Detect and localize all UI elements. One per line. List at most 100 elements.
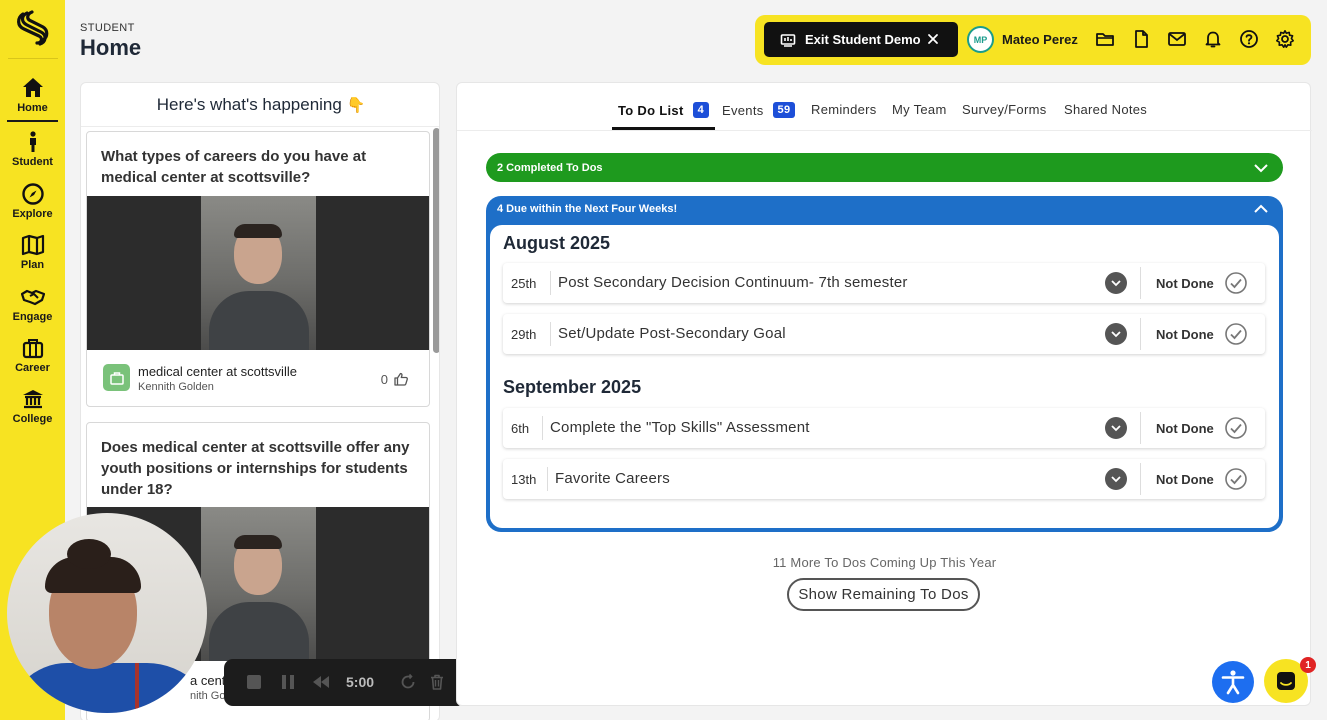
todo-expand-button[interactable]: [1105, 468, 1127, 490]
sidebar-item-home[interactable]: Home: [0, 72, 65, 122]
sidebar-divider: [8, 58, 58, 59]
compass-icon: [21, 183, 44, 205]
video-person-hair: [234, 224, 282, 238]
feed-title-text: Here's what's happening: [156, 95, 342, 114]
settings-icon[interactable]: [1275, 29, 1295, 49]
todo-row[interactable]: 29th Set/Update Post-Secondary Goal Not …: [503, 314, 1265, 354]
help-icon[interactable]: [1239, 29, 1259, 49]
post-org-name[interactable]: medical center at scottsville: [138, 364, 297, 379]
pause-icon: [282, 675, 294, 689]
home-icon: [22, 78, 43, 97]
checkmark-circle-icon[interactable]: [1224, 416, 1248, 440]
todo-row[interactable]: 6th Complete the "Top Skills" Assessment…: [503, 408, 1265, 448]
month-heading: August 2025: [503, 233, 611, 253]
chevron-down-icon: [1111, 425, 1121, 432]
chevron-down-icon: [1111, 280, 1121, 287]
show-remaining-todos-button[interactable]: Show Remaining To Dos: [787, 578, 980, 611]
exit-student-demo-button[interactable]: Exit Student Demo: [764, 22, 958, 57]
pause-button[interactable]: [277, 671, 299, 693]
post-author: Kennith Golden: [138, 381, 214, 393]
todo-status: Not Done: [1156, 472, 1214, 487]
active-tab-indicator: [612, 127, 715, 130]
restart-button[interactable]: [397, 671, 419, 693]
todo-divider: [542, 416, 543, 440]
feed-post[interactable]: What types of careers do you have at med…: [86, 131, 430, 407]
tab-survey-forms[interactable]: Survey/Forms: [962, 102, 1047, 117]
sidebar-item-explore[interactable]: Explore: [0, 178, 65, 228]
rewind-button[interactable]: [310, 671, 332, 693]
avatar[interactable]: MP: [967, 26, 994, 53]
tab-label: Survey/Forms: [962, 102, 1047, 117]
due-todos-list: August 2025 25th Post Secondary Decision…: [490, 225, 1279, 528]
stop-button[interactable]: [243, 671, 265, 693]
breadcrumb: STUDENT: [80, 22, 135, 34]
tab-label: To Do List: [618, 102, 684, 118]
todo-divider: [1140, 412, 1141, 444]
like-button[interactable]: 0: [381, 371, 409, 387]
checkmark-circle-icon[interactable]: [1224, 271, 1248, 295]
tab-todo-list[interactable]: To Do List 4: [618, 102, 710, 118]
sidebar-item-plan[interactable]: Plan: [0, 229, 65, 279]
briefcase-icon: [22, 339, 43, 359]
restart-icon: [401, 673, 415, 689]
more-todos-text: 11 More To Dos Coming Up This Year: [772, 555, 997, 570]
webcam-overlay[interactable]: [7, 513, 207, 713]
todo-divider: [547, 467, 548, 491]
sidebar-item-career[interactable]: Career: [0, 332, 65, 382]
todo-day: 25th: [511, 276, 537, 291]
video-person-body: [209, 291, 309, 350]
exit-student-demo-label: Exit Student Demo: [805, 32, 921, 47]
chevron-up-icon[interactable]: [1253, 202, 1269, 216]
tab-reminders[interactable]: Reminders: [811, 102, 877, 117]
brand-logo-icon[interactable]: [15, 10, 49, 46]
briefcase-icon: [103, 364, 130, 391]
map-icon: [21, 234, 44, 256]
todo-expand-button[interactable]: [1105, 272, 1127, 294]
feed-title: Here's what's happening 👇: [81, 95, 439, 115]
chevron-down-icon: [1254, 164, 1268, 173]
completed-todos-toggle[interactable]: 2 Completed To Dos: [486, 153, 1283, 182]
tab-events[interactable]: Events 59: [722, 102, 796, 118]
user-name[interactable]: Mateo Perez: [1002, 32, 1078, 47]
sidebar-item-student[interactable]: Student: [0, 126, 65, 176]
mail-icon[interactable]: [1167, 29, 1187, 49]
tab-bar: To Do List 4 Events 59 Reminders My Team…: [457, 83, 1312, 131]
person-icon: [29, 131, 36, 152]
folder-icon[interactable]: [1095, 29, 1115, 49]
todo-day: 6th: [511, 421, 530, 436]
post-video[interactable]: [87, 196, 429, 350]
due-todos-label[interactable]: 4 Due within the Next Four Weeks!: [497, 203, 677, 215]
recording-timer: 5:00: [346, 674, 375, 690]
feed-divider: [81, 126, 439, 127]
todo-divider: [550, 271, 551, 295]
sidebar-item-engage[interactable]: Engage: [0, 281, 65, 331]
todo-divider: [1140, 463, 1141, 495]
webcam-person-bun: [67, 539, 111, 569]
sidebar-item-college[interactable]: College: [0, 383, 65, 433]
todo-expand-button[interactable]: [1105, 323, 1127, 345]
tab-my-team[interactable]: My Team: [892, 102, 947, 117]
document-icon[interactable]: [1131, 29, 1151, 49]
post-footer: medical center at scottsville Kennith Go…: [87, 350, 429, 406]
checkmark-circle-icon[interactable]: [1224, 467, 1248, 491]
tab-shared-notes[interactable]: Shared Notes: [1064, 102, 1147, 117]
sidebar-item-label: Explore: [12, 208, 53, 220]
accessibility-button[interactable]: [1212, 661, 1254, 703]
bell-icon[interactable]: [1203, 29, 1223, 49]
checkmark-circle-icon[interactable]: [1224, 322, 1248, 346]
chevron-down-icon: [1111, 476, 1121, 483]
todo-row[interactable]: 13th Favorite Careers Not Done: [503, 459, 1265, 499]
tab-label: Shared Notes: [1064, 102, 1148, 117]
notification-badge: 1: [1300, 657, 1316, 673]
feed-scrollbar[interactable]: [433, 128, 439, 353]
todo-day: 13th: [511, 472, 537, 487]
todo-title: Complete the "Top Skills" Assessment: [550, 419, 810, 436]
handshake-icon: [20, 289, 45, 306]
tab-label: My Team: [892, 102, 947, 117]
completed-todos-label: 2 Completed To Dos: [497, 161, 603, 174]
todo-expand-button[interactable]: [1105, 417, 1127, 439]
todo-row[interactable]: 25th Post Secondary Decision Continuum- …: [503, 263, 1265, 303]
close-icon[interactable]: [926, 32, 940, 46]
delete-button[interactable]: [426, 671, 448, 693]
sidebar-item-label: College: [12, 413, 53, 425]
